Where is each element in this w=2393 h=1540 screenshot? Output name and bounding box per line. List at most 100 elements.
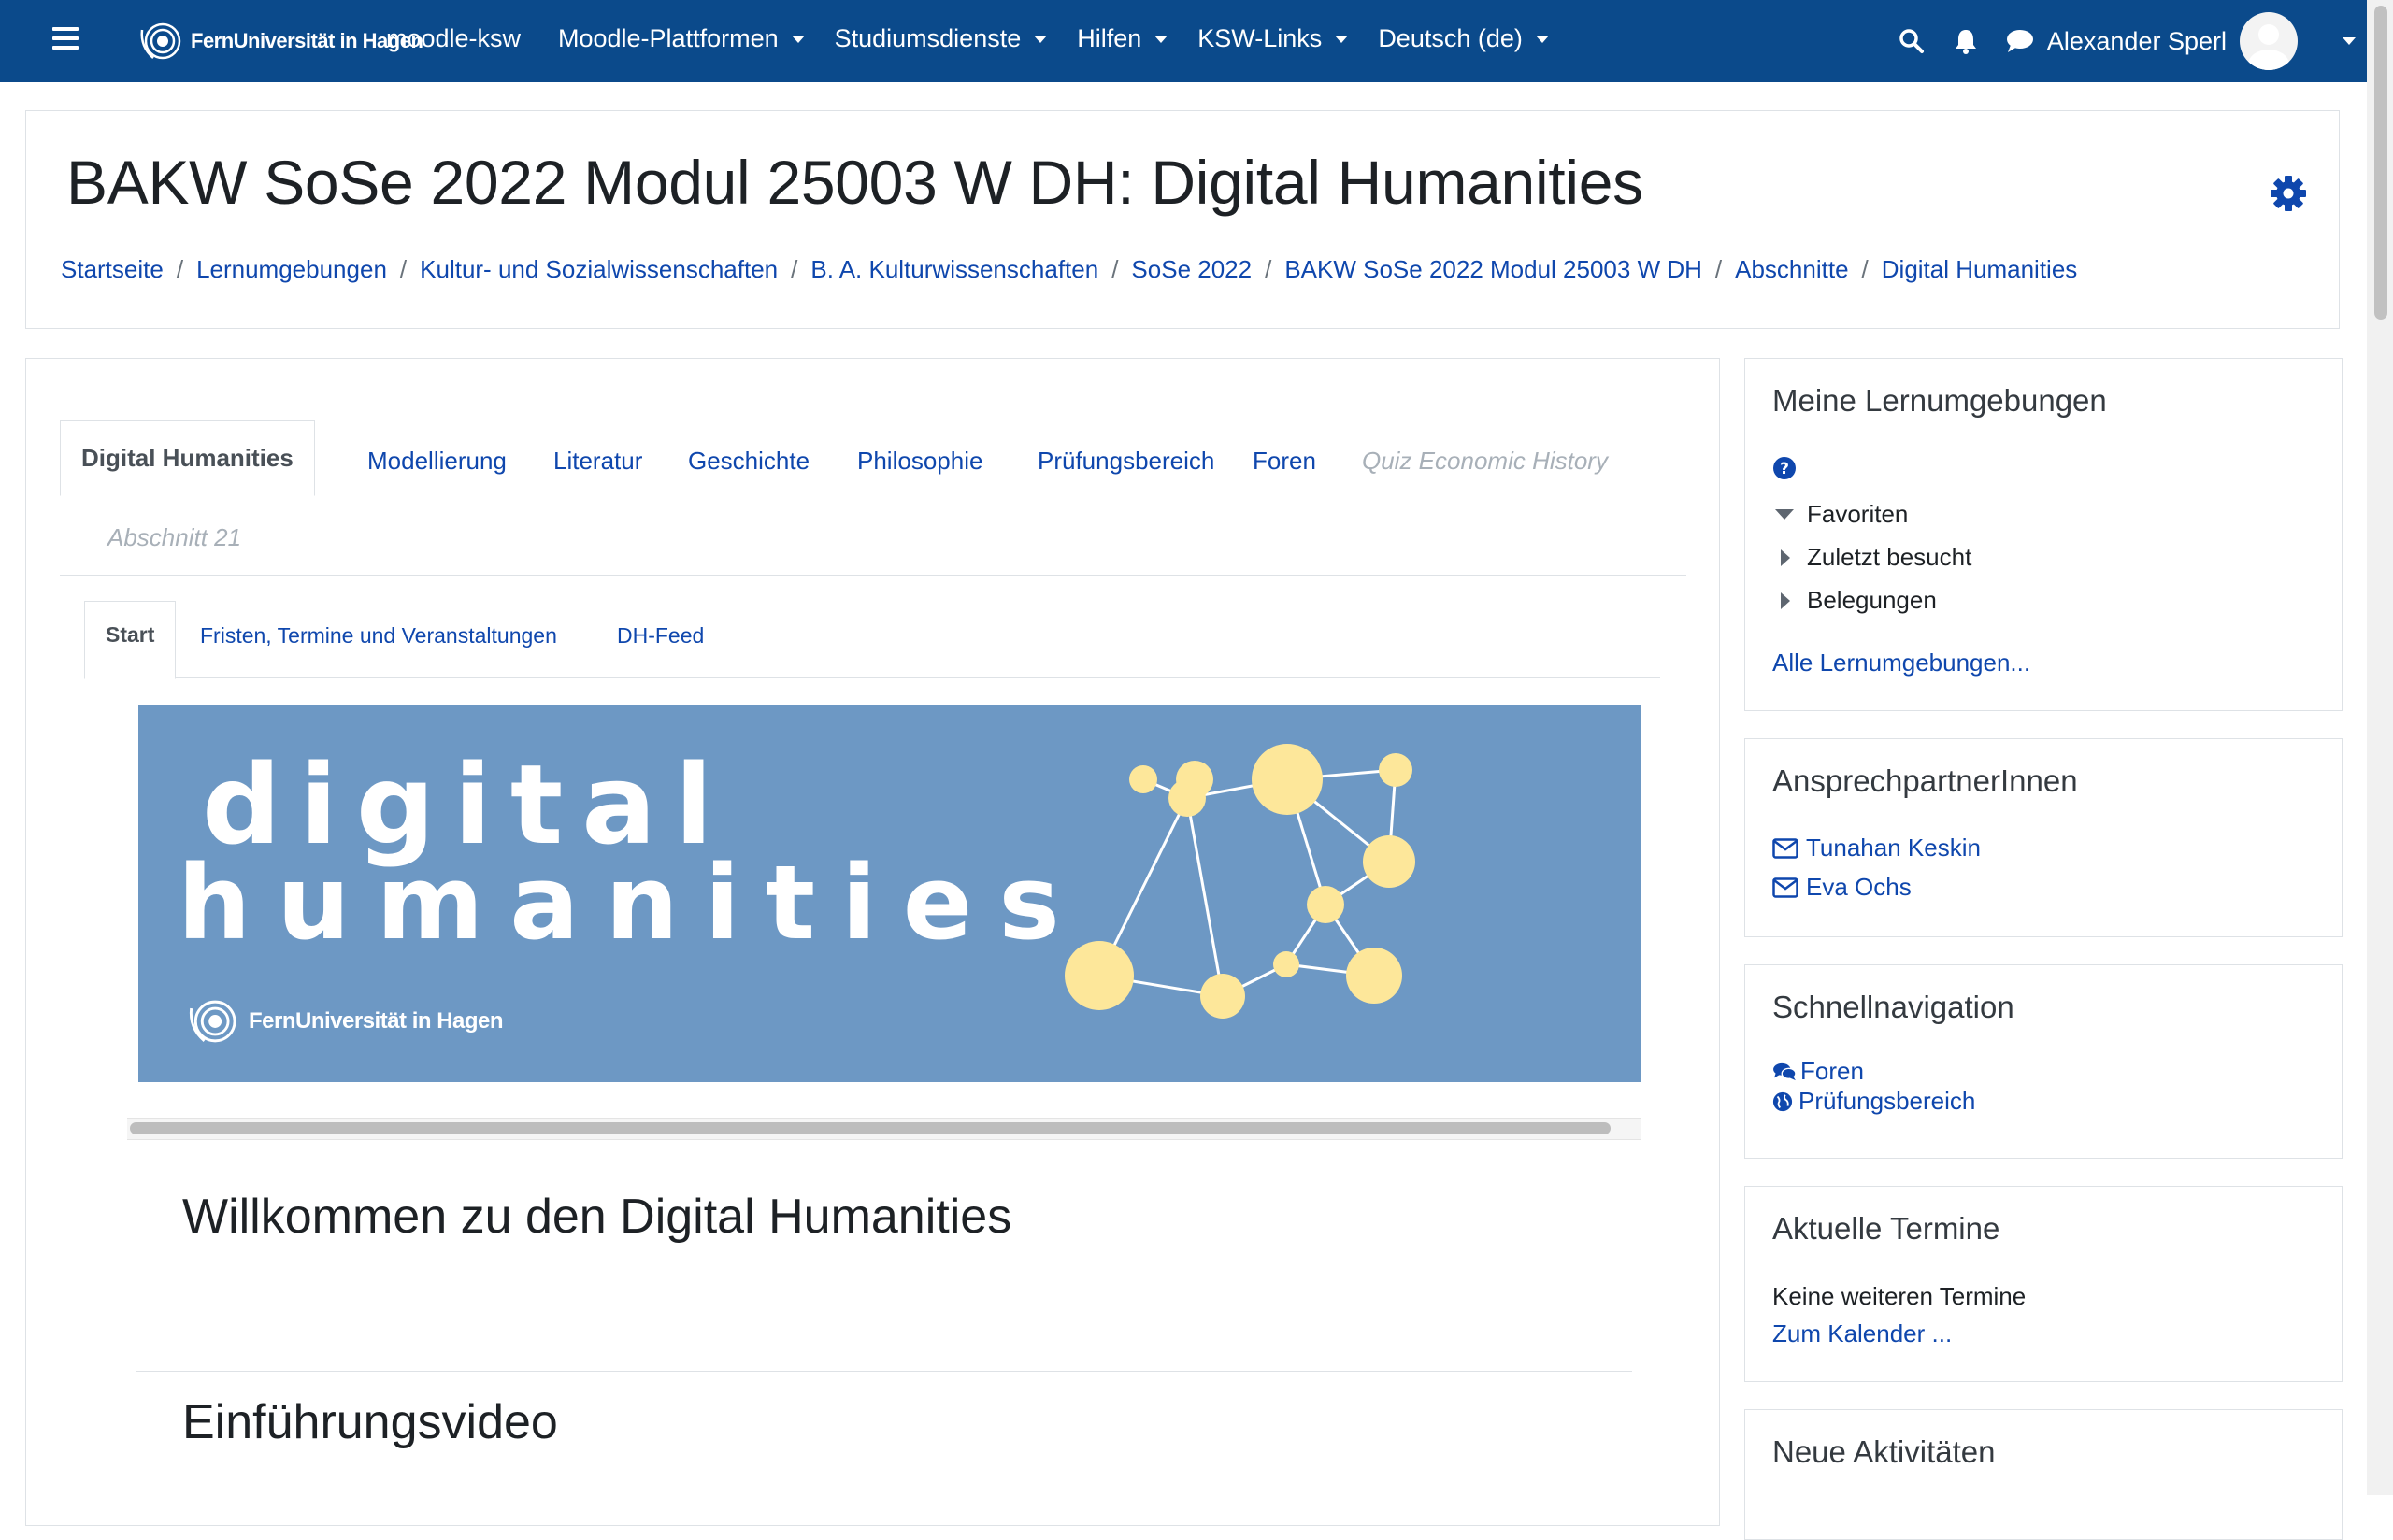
menu-hilfen[interactable]: Hilfen — [1077, 24, 1168, 53]
expanded-triangle-icon — [1775, 509, 1794, 520]
envelope-icon — [1772, 877, 1798, 898]
tree-item-label: Belegungen — [1807, 586, 1937, 614]
help-icon[interactable]: ? — [1772, 456, 1797, 485]
calendar-link[interactable]: Zum Kalender ... — [1772, 1319, 1952, 1348]
site-name-link[interactable]: moodle-ksw — [386, 24, 521, 53]
user-name[interactable]: Alexander Sperl — [2047, 27, 2227, 56]
banner-title-line2: humanities — [178, 843, 1086, 962]
section-divider — [136, 1371, 1632, 1372]
menu-label: KSW-Links — [1197, 24, 1323, 52]
contact-name: Tunahan Keskin — [1806, 834, 1981, 862]
caret-down-icon — [1535, 35, 1549, 43]
sub-tabs: Start Fristen, Termine und Veranstaltung… — [84, 601, 1660, 679]
banner-logo-text: FernUniversität in Hagen — [249, 1008, 504, 1034]
tab-philosophie[interactable]: Philosophie — [857, 447, 982, 476]
subtab-dh-feed[interactable]: DH-Feed — [617, 623, 704, 649]
menu-ksw-links[interactable]: KSW-Links — [1197, 24, 1349, 53]
all-courses-link[interactable]: Alle Lernumgebungen... — [1772, 649, 2030, 677]
bell-icon[interactable] — [1952, 27, 1980, 55]
tab-literatur[interactable]: Literatur — [553, 447, 642, 476]
breadcrumb-separator: / — [1714, 255, 1723, 283]
quicknav-label: Foren — [1800, 1057, 1864, 1085]
section-tabs: Digital Humanities Modellierung Literatu… — [60, 420, 1686, 576]
quicknav-foren-link[interactable]: Foren — [1772, 1057, 1864, 1086]
block-contacts: AnsprechpartnerInnen Tunahan Keskin Eva … — [1744, 738, 2343, 937]
breadcrumb-item[interactable]: Digital Humanities — [1882, 255, 2078, 284]
globe-icon — [1772, 1091, 1793, 1111]
welcome-heading: Willkommen zu den Digital Humanities — [182, 1190, 1012, 1244]
tree-item-favoriten[interactable]: Favoriten — [1775, 500, 1908, 529]
quicknav-pruefungsbereich-link[interactable]: Prüfungsbereich — [1772, 1087, 1975, 1116]
page-title: BAKW SoSe 2022 Modul 25003 W DH: Digital… — [66, 148, 1643, 217]
brand-logo[interactable]: FernUniversität in Hagen — [138, 17, 423, 65]
horizontal-scrollbar[interactable] — [127, 1118, 1641, 1140]
tab-digital-humanities[interactable]: Digital Humanities — [60, 420, 315, 496]
comments-icon — [1773, 1062, 1797, 1080]
caret-down-icon — [791, 35, 805, 43]
breadcrumb-separator: / — [399, 255, 408, 283]
block-title: AnsprechpartnerInnen — [1772, 763, 2078, 798]
breadcrumb-item[interactable]: SoSe 2022 — [1131, 255, 1252, 284]
contact-link[interactable]: Eva Ochs — [1772, 873, 1912, 902]
search-icon[interactable] — [1898, 27, 1926, 55]
gear-icon[interactable] — [2270, 175, 2307, 212]
block-quick-navigation: Schnellnavigation Foren Prüfungsbereich — [1744, 964, 2343, 1159]
block-title: Neue Aktivitäten — [1772, 1434, 1996, 1469]
banner-logo: FernUniversität in Hagen — [187, 996, 504, 1047]
tree-item-belegungen[interactable]: Belegungen — [1775, 586, 1937, 615]
user-menu-caret-icon[interactable] — [2343, 37, 2356, 45]
collapsed-triangle-icon — [1781, 592, 1790, 609]
breadcrumb-item[interactable]: Startseite — [61, 255, 164, 284]
menu-label: Studiumsdienste — [834, 24, 1022, 52]
menu-moodle-plattformen[interactable]: Moodle-Plattformen — [558, 24, 805, 53]
user-avatar[interactable] — [2240, 12, 2298, 70]
subtab-start[interactable]: Start — [84, 601, 177, 679]
collapsed-triangle-icon — [1781, 549, 1790, 566]
menu-language[interactable]: Deutsch (de) — [1378, 24, 1549, 53]
chat-bubble-icon[interactable] — [2006, 27, 2034, 55]
breadcrumb: Startseite / Lernumgebungen / Kultur- und … — [61, 255, 2077, 284]
breadcrumb-separator: / — [1265, 255, 1272, 283]
course-banner-image: digital humanities FernUniversität in Ha… — [138, 705, 1641, 1082]
breadcrumb-separator: / — [791, 255, 798, 283]
block-title: Meine Lernumgebungen — [1772, 383, 2107, 418]
breadcrumb-item[interactable]: Kultur- und Sozialwissenschaften — [420, 255, 778, 284]
block-recent-activity: Neue Aktivitäten — [1744, 1409, 2343, 1540]
menu-toggle-icon[interactable] — [52, 27, 79, 55]
menu-label: Hilfen — [1077, 24, 1142, 52]
course-content: Digital Humanities Modellierung Literatu… — [25, 358, 1720, 1526]
quicknav-label: Prüfungsbereich — [1798, 1087, 1976, 1115]
subtab-fristen[interactable]: Fristen, Termine und Veranstaltungen — [200, 623, 557, 649]
breadcrumb-separator: / — [1111, 255, 1119, 283]
contact-link[interactable]: Tunahan Keskin — [1772, 834, 1981, 863]
page-scrollbar[interactable] — [2367, 0, 2393, 1495]
breadcrumb-item[interactable]: B. A. Kulturwissenschaften — [810, 255, 1098, 284]
fernuni-logo-icon — [189, 1000, 236, 1043]
scrollbar-thumb[interactable] — [2374, 6, 2387, 320]
caret-down-icon — [1335, 35, 1349, 43]
menu-label: Deutsch (de) — [1378, 24, 1523, 52]
block-title: Schnellnavigation — [1772, 990, 2014, 1024]
tab-abschnitt-21: Abschnitt 21 — [107, 523, 242, 551]
tab-modellierung[interactable]: Modellierung — [367, 447, 507, 476]
no-events-text: Keine weiteren Termine — [1772, 1282, 2027, 1310]
menu-studiumsdienste[interactable]: Studiumsdienste — [835, 24, 1048, 53]
tree-item-zuletzt-besucht[interactable]: Zuletzt besucht — [1775, 543, 1971, 572]
scrollbar-thumb[interactable] — [130, 1122, 1611, 1134]
contact-name: Eva Ochs — [1806, 873, 1912, 901]
tab-pruefungsbereich[interactable]: Prüfungsbereich — [1038, 447, 1214, 476]
breadcrumb-item[interactable]: BAKW SoSe 2022 Modul 25003 W DH — [1284, 255, 1702, 284]
tree-item-label: Zuletzt besucht — [1807, 543, 1972, 571]
breadcrumb-separator: / — [1861, 255, 1869, 283]
envelope-icon — [1772, 837, 1798, 859]
tab-geschichte[interactable]: Geschichte — [688, 447, 810, 476]
breadcrumb-item[interactable]: Lernumgebungen — [196, 255, 387, 284]
tab-foren[interactable]: Foren — [1253, 447, 1316, 476]
breadcrumb-separator: / — [176, 255, 184, 283]
intro-video-heading: Einführungsvideo — [182, 1395, 558, 1449]
tab-quiz-economic-history: Quiz Economic History — [1362, 447, 1608, 475]
breadcrumb-item[interactable]: Abschnitte — [1735, 255, 1848, 284]
svg-text:?: ? — [1780, 460, 1789, 478]
menu-label: Moodle-Plattformen — [558, 24, 779, 52]
caret-down-icon — [1034, 35, 1048, 43]
